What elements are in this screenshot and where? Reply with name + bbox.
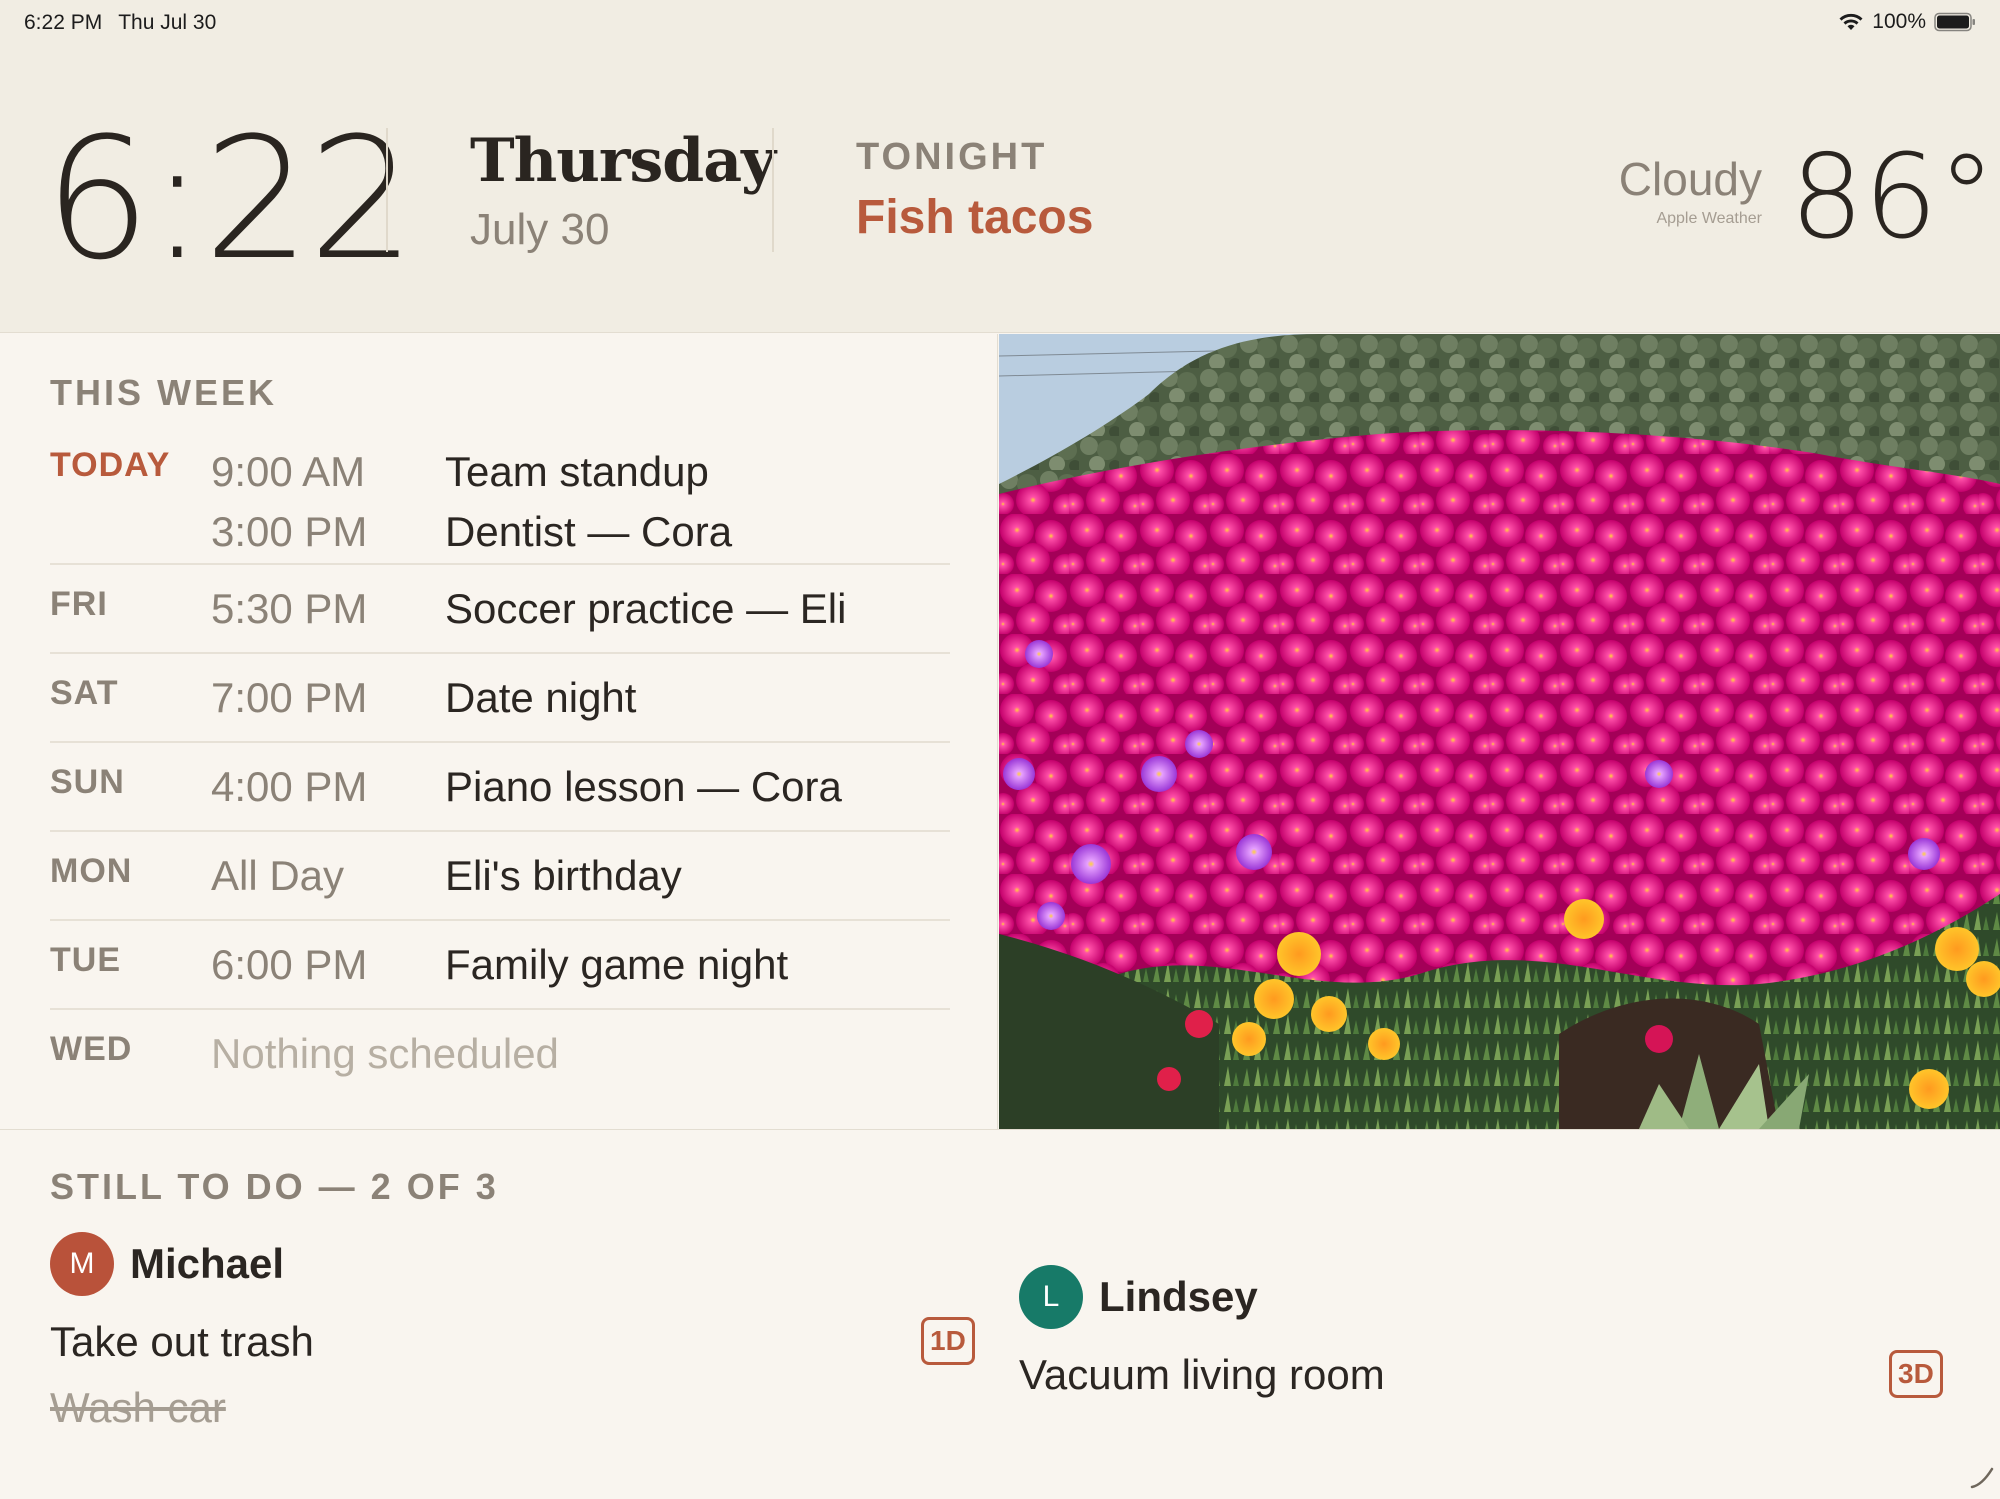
flower-photo-illustration (999, 334, 2000, 1129)
event-time: 5:30 PM (211, 585, 368, 632)
battery-percent: 100% (1872, 10, 1926, 33)
event-row[interactable]: 6:00 PM Family game night (50, 941, 950, 1001)
event-title: Piano lesson — Cora (445, 763, 842, 810)
person-name: Michael (130, 1240, 285, 1287)
day-group-mon: MON All Day Eli's birthday (50, 832, 950, 921)
todo-panel: STILL TO DO — 2 OF 3 M Michael Take out … (0, 1129, 2000, 1499)
date-label: July 30 (470, 205, 610, 254)
weather-source[interactable]: Apple Weather (1656, 210, 1762, 228)
event-time: 7:00 PM (211, 674, 368, 721)
event-title: Family game night (445, 941, 789, 988)
person-lindsey[interactable]: L Lindsey (1019, 1265, 1258, 1329)
event-title: Dentist — Cora (445, 508, 733, 555)
day-group-sat: SAT 7:00 PM Date night (50, 654, 950, 743)
event-title: Eli's birthday (445, 852, 682, 899)
person-michael[interactable]: M Michael (50, 1232, 284, 1296)
event-row[interactable]: 5:30 PM Soccer practice — Eli (50, 585, 950, 645)
weather-condition: Cloudy (1618, 153, 1762, 205)
event-title: Date night (445, 674, 637, 721)
day-group-sun: SUN 4:00 PM Piano lesson — Cora (50, 743, 950, 832)
empty-day-row: Nothing scheduled (50, 1030, 950, 1090)
tonight-meal[interactable]: Fish tacos (856, 190, 1093, 245)
event-row[interactable]: 7:00 PM Date night (50, 674, 950, 734)
avatar: M (50, 1232, 114, 1296)
status-bar: 6:22 PM Thu Jul 30 100% (0, 0, 2000, 50)
day-group-today: TODAY 9:00 AM Team standup 3:00 PM Denti… (50, 438, 950, 565)
flower-photo[interactable] (999, 334, 2000, 1129)
header-divider (386, 128, 388, 252)
wifi-icon (1838, 12, 1864, 32)
event-time: 9:00 AM (211, 448, 366, 495)
tonight-label: TONIGHT (856, 136, 1048, 178)
status-time: 6:22 PM (24, 11, 103, 34)
section-title: STILL TO DO — 2 OF 3 (50, 1166, 499, 1207)
person-name: Lindsey (1099, 1273, 1258, 1320)
header-divider (772, 128, 774, 252)
week-panel: THIS WEEK TODAY 9:00 AM Team standup 3:0… (0, 334, 998, 1129)
status-date: Thu Jul 30 (118, 11, 217, 34)
resize-handle-icon[interactable] (1968, 1463, 1996, 1491)
task-item[interactable]: Take out trash (50, 1318, 314, 1366)
day-group-fri: FRI 5:30 PM Soccer practice — Eli (50, 565, 950, 654)
day-name: Thursday (470, 126, 776, 196)
battery-icon (1934, 12, 1976, 32)
event-row[interactable]: 3:00 PM Dentist — Cora (50, 508, 950, 568)
header: 6:22 Thursday July 30 TONIGHT Fish tacos… (0, 50, 2000, 333)
day-group-tue: TUE 6:00 PM Family game night (50, 921, 950, 1010)
nothing-scheduled-text: Nothing scheduled (211, 1030, 559, 1077)
event-title: Team standup (445, 448, 709, 495)
day-group-wed: WED Nothing scheduled (50, 1010, 950, 1099)
event-row[interactable]: 9:00 AM Team standup (50, 448, 950, 508)
weather-temperature: 86° (1790, 130, 1996, 265)
due-badge: 3D (1889, 1350, 1943, 1398)
event-title: Soccer practice — Eli (445, 585, 847, 632)
task-item[interactable]: Vacuum living room (1019, 1351, 1385, 1399)
event-time: All Day (211, 852, 345, 899)
event-row[interactable]: 4:00 PM Piano lesson — Cora (50, 763, 950, 823)
due-badge: 1D (921, 1317, 975, 1365)
event-row[interactable]: All Day Eli's birthday (50, 852, 950, 912)
event-time: 3:00 PM (211, 508, 368, 555)
event-time: 4:00 PM (211, 763, 368, 810)
section-title: THIS WEEK (50, 372, 278, 413)
task-item-completed[interactable]: Wash car (50, 1384, 226, 1432)
event-time: 6:00 PM (211, 941, 368, 988)
avatar: L (1019, 1265, 1083, 1329)
clock: 6:22 (44, 101, 415, 297)
